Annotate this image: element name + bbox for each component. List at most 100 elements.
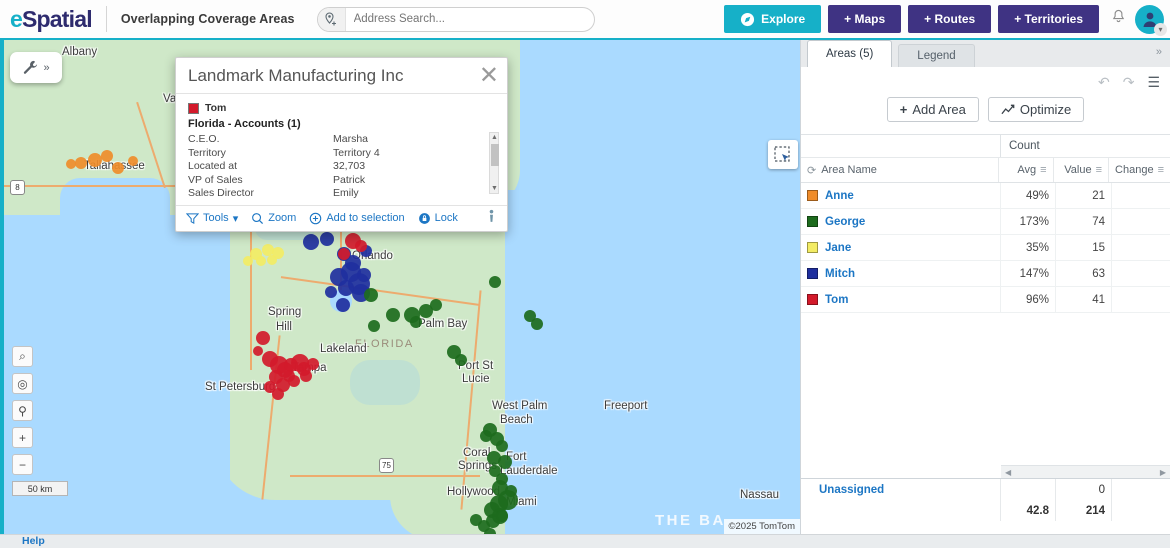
map-data-point[interactable]: [470, 514, 482, 526]
map-data-point[interactable]: [496, 473, 508, 485]
map-data-point[interactable]: [330, 268, 348, 286]
expand-panel-icon[interactable]: »: [1156, 46, 1162, 58]
popup-add-to-selection-button[interactable]: Add to selection: [309, 212, 405, 225]
popup-detail-key: Sales Director: [188, 187, 254, 199]
hamburger-menu-icon[interactable]: ☰: [1147, 74, 1160, 91]
area-name-cell[interactable]: Tom: [801, 287, 1001, 312]
map-data-point[interactable]: [386, 308, 400, 322]
map-data-point[interactable]: [505, 485, 517, 497]
map-data-point[interactable]: [496, 510, 508, 522]
map-data-point[interactable]: [75, 157, 87, 169]
map-data-point[interactable]: [128, 156, 138, 166]
map-data-point[interactable]: [243, 256, 253, 266]
espatial-logo[interactable]: eSpatial: [10, 6, 93, 33]
map-data-point[interactable]: [307, 358, 319, 370]
chevron-down-icon[interactable]: ▾: [1154, 22, 1167, 36]
table-row[interactable]: Anne 49% 21: [801, 183, 1170, 209]
column-menu-icon[interactable]: ≡: [1158, 164, 1164, 176]
map-tools-button[interactable]: »: [10, 52, 62, 83]
map-data-point[interactable]: [101, 150, 113, 162]
map-data-point[interactable]: [336, 298, 350, 312]
help-link[interactable]: Help: [22, 535, 45, 547]
popup-lock-button[interactable]: Lock: [418, 212, 458, 225]
scroll-down-icon[interactable]: ▼: [491, 185, 498, 192]
area-name-cell[interactable]: Jane: [801, 235, 1001, 260]
unassigned-row[interactable]: Unassigned 0: [801, 479, 1170, 500]
routes-button[interactable]: + Routes: [908, 5, 992, 33]
area-name-cell[interactable]: Anne: [801, 183, 1001, 208]
popup-zoom-button[interactable]: Zoom: [251, 212, 296, 225]
map-data-point[interactable]: [272, 388, 284, 400]
column-menu-icon[interactable]: ≡: [1096, 164, 1102, 176]
map-data-point[interactable]: [496, 440, 508, 452]
expand-chevrons-icon[interactable]: »: [43, 62, 49, 74]
add-area-button[interactable]: + Add Area: [886, 97, 979, 122]
table-row[interactable]: Mitch 147% 63: [801, 261, 1170, 287]
map-data-point[interactable]: [325, 286, 337, 298]
popup-tools-button[interactable]: Tools ▾: [186, 212, 238, 225]
table-row[interactable]: George 173% 74: [801, 209, 1170, 235]
map-data-point[interactable]: [320, 232, 334, 246]
tools-caret-icon[interactable]: ▾: [233, 212, 239, 225]
maps-button[interactable]: + Maps: [828, 5, 902, 33]
redo-icon[interactable]: ↷: [1123, 74, 1135, 91]
grid-horizontal-scrollbar[interactable]: ◀ ▶: [1001, 465, 1170, 478]
map-data-point[interactable]: [66, 159, 76, 169]
tab-areas[interactable]: Areas (5): [807, 40, 893, 67]
scroll-left-icon[interactable]: ◀: [1005, 468, 1011, 477]
table-row[interactable]: Tom 96% 41: [801, 287, 1170, 313]
area-value-cell: 15: [1056, 235, 1112, 260]
territories-button[interactable]: + Territories: [998, 5, 1099, 33]
map-data-point[interactable]: [480, 430, 492, 442]
column-value[interactable]: Value ≡: [1054, 158, 1110, 182]
explore-button[interactable]: Explore: [724, 5, 822, 33]
area-name-cell[interactable]: Mitch: [801, 261, 1001, 286]
map-scale: 50 km: [12, 481, 68, 496]
map-data-point[interactable]: [489, 276, 501, 288]
map-data-point[interactable]: [300, 370, 312, 382]
close-icon[interactable]: ✕: [479, 63, 499, 88]
area-name-label: Mitch: [825, 267, 856, 280]
map-data-point[interactable]: [410, 316, 422, 328]
map-data-point[interactable]: [288, 375, 300, 387]
column-avg[interactable]: Avg ≡: [999, 158, 1054, 182]
tab-legend[interactable]: Legend: [898, 44, 975, 67]
scroll-thumb[interactable]: [491, 144, 499, 166]
map-data-point[interactable]: [256, 331, 270, 345]
zoom-in-button[interactable]: +: [12, 427, 33, 448]
scroll-right-icon[interactable]: ▶: [1160, 468, 1166, 477]
area-name-cell[interactable]: George: [801, 209, 1001, 234]
address-search[interactable]: [316, 6, 595, 32]
zoom-out-button[interactable]: −: [12, 454, 33, 475]
optimize-button[interactable]: Optimize: [987, 97, 1085, 122]
marquee-select-icon[interactable]: [768, 140, 798, 169]
map-data-point[interactable]: [455, 354, 467, 366]
map-data-point[interactable]: [364, 288, 378, 302]
map-data-point[interactable]: [112, 162, 124, 174]
undo-icon[interactable]: ↶: [1098, 74, 1110, 91]
map-data-point[interactable]: [303, 234, 319, 250]
map-data-point[interactable]: [430, 299, 442, 311]
map-data-point[interactable]: [253, 346, 263, 356]
scroll-up-icon[interactable]: ▲: [491, 134, 498, 141]
popup-scrollbar[interactable]: ▲ ▼: [489, 132, 499, 194]
avatar[interactable]: ▾: [1135, 4, 1167, 36]
map-data-point[interactable]: [531, 318, 543, 330]
table-row[interactable]: Jane 35% 15: [801, 235, 1170, 261]
column-area-name[interactable]: ⟳ Area Name: [801, 158, 999, 182]
info-icon[interactable]: [486, 209, 497, 228]
map-data-point[interactable]: [338, 248, 350, 260]
column-menu-icon[interactable]: ≡: [1040, 164, 1046, 176]
map-data-point[interactable]: [256, 256, 266, 266]
map-data-point[interactable]: [368, 320, 380, 332]
map-data-point[interactable]: [88, 153, 102, 167]
locate-pin-icon[interactable]: ⚲: [12, 400, 33, 421]
search-input[interactable]: [345, 7, 594, 31]
map-data-point[interactable]: [357, 268, 371, 282]
column-change[interactable]: Change ≡: [1109, 158, 1170, 182]
map-data-point[interactable]: [355, 240, 367, 252]
map-data-point[interactable]: [267, 255, 277, 265]
notification-bell-icon[interactable]: [1111, 9, 1126, 29]
compass-icon[interactable]: ◎: [12, 373, 33, 394]
zoom-search-icon[interactable]: ⌕: [12, 346, 33, 367]
